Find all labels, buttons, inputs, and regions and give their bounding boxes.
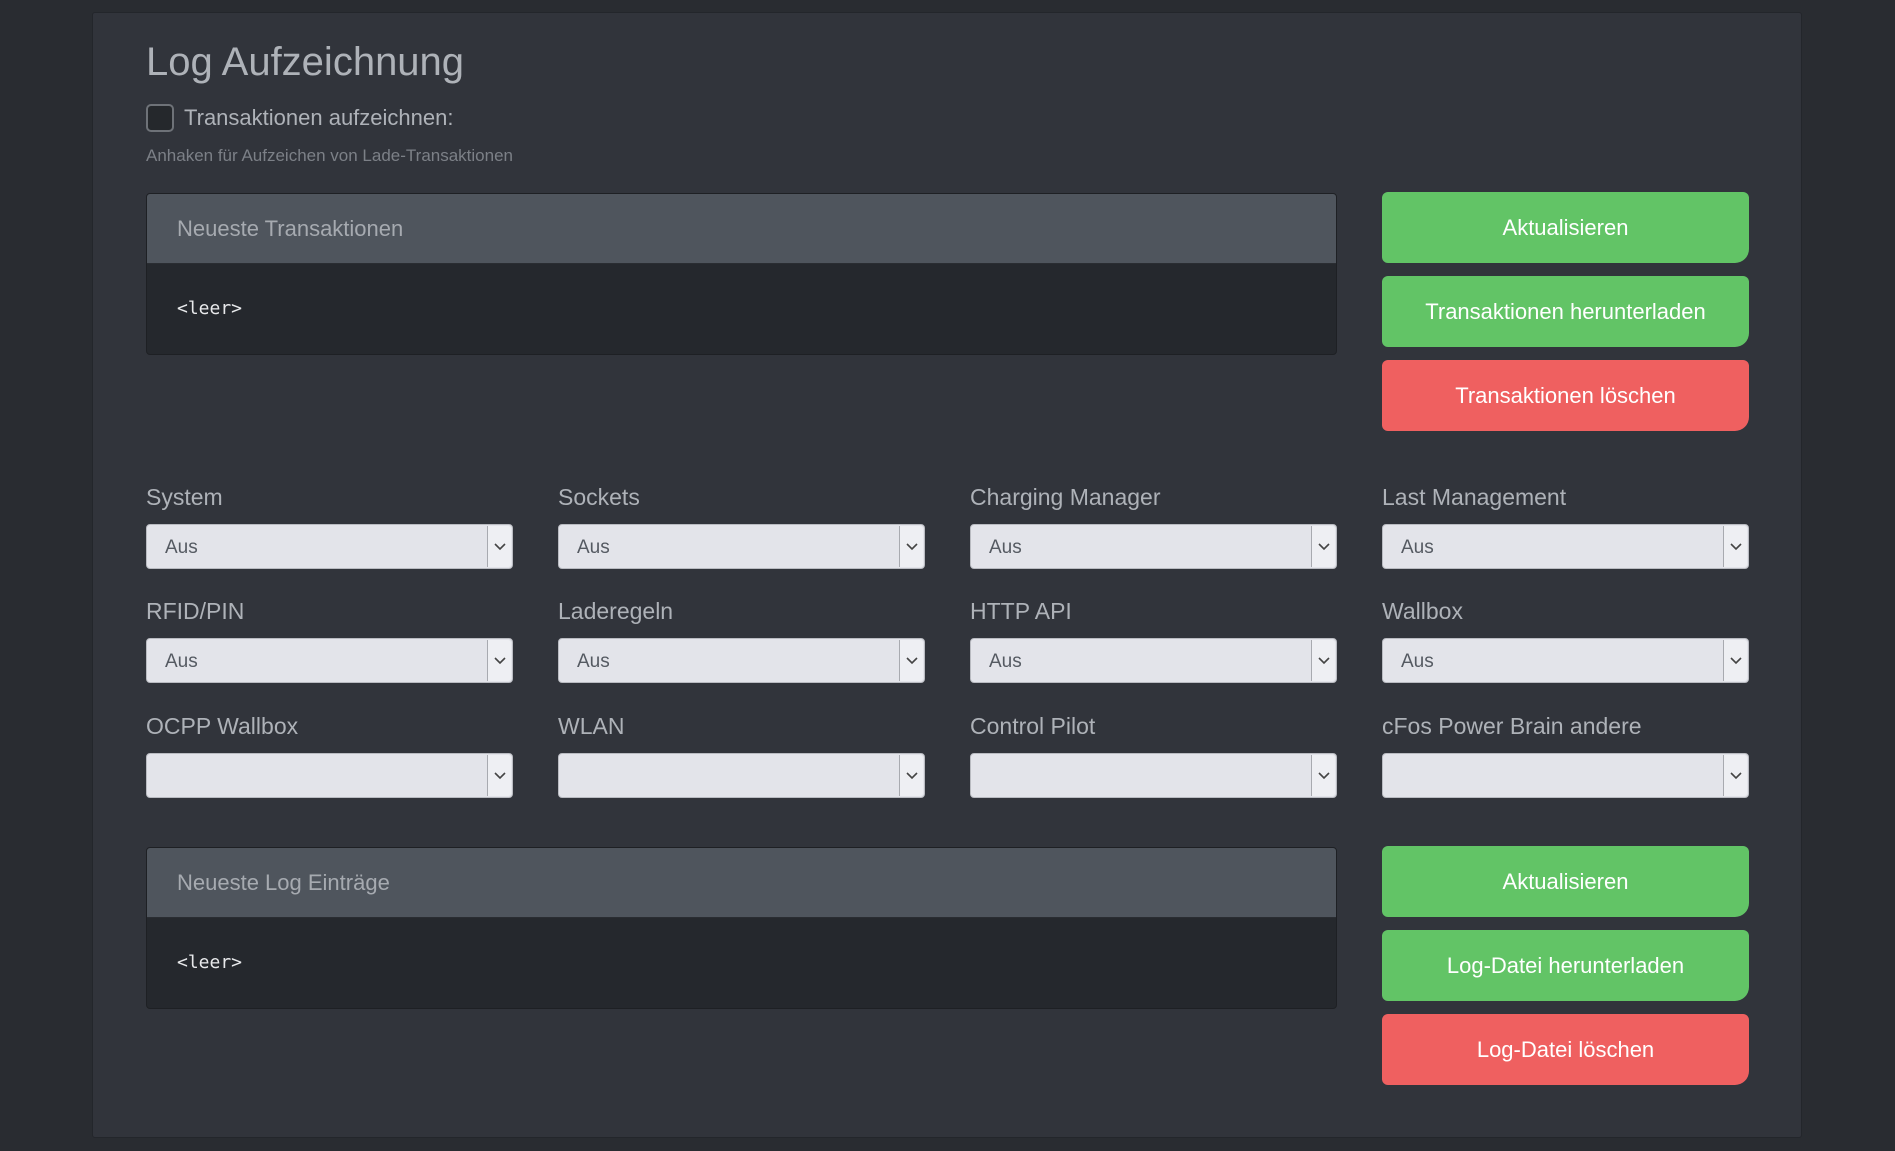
log-level-select-wlan[interactable]: [558, 753, 925, 798]
log-level-field: HTTP API Aus: [970, 596, 1337, 683]
log-refresh-button[interactable]: Aktualisieren: [1382, 846, 1749, 917]
log-level-label: RFID/PIN: [146, 598, 245, 624]
transactions-refresh-button[interactable]: Aktualisieren: [1382, 192, 1749, 263]
log-level-field: System Aus: [146, 482, 513, 569]
chevron-down-icon: [899, 526, 923, 567]
log-level-field: Sockets Aus: [558, 482, 925, 569]
chevron-down-icon: [487, 755, 511, 796]
log-level-label: WLAN: [558, 713, 625, 739]
log-level-field: RFID/PIN Aus: [146, 596, 513, 683]
log-level-label: System: [146, 484, 223, 510]
log-level-field: Control Pilot: [970, 711, 1337, 798]
chevron-down-icon: [487, 640, 511, 681]
transactions-panel-header: Neueste Transaktionen: [147, 194, 1336, 264]
log-level-select-last-management[interactable]: Aus: [1382, 524, 1749, 569]
select-value: Aus: [1401, 651, 1434, 672]
log-level-label: Sockets: [558, 484, 640, 510]
select-value: Aus: [1401, 537, 1434, 558]
chevron-down-icon: [1311, 640, 1335, 681]
chevron-down-icon: [1311, 526, 1335, 567]
chevron-down-icon: [1723, 755, 1747, 796]
chevron-down-icon: [1723, 526, 1747, 567]
record-transactions-hint: Anhaken für Aufzeichen von Lade-Transakt…: [146, 146, 514, 165]
transactions-delete-button[interactable]: Transaktionen löschen: [1382, 360, 1749, 431]
log-level-field: cFos Power Brain andere: [1382, 711, 1749, 798]
log-level-label: Laderegeln: [558, 598, 674, 624]
chevron-down-icon: [1723, 640, 1747, 681]
select-value: Aus: [989, 651, 1022, 672]
log-level-label: Last Management: [1382, 484, 1567, 510]
transactions-download-button[interactable]: Transaktionen herunterladen: [1382, 276, 1749, 347]
log-level-label: Charging Manager: [970, 484, 1161, 510]
log-level-select-ocpp-wallbox[interactable]: [146, 753, 513, 798]
log-level-field: WLAN: [558, 711, 925, 798]
log-level-field: Last Management Aus: [1382, 482, 1749, 569]
record-transactions-checkbox[interactable]: [146, 104, 174, 132]
log-level-field: Laderegeln Aus: [558, 596, 925, 683]
select-value: Aus: [165, 651, 198, 672]
chevron-down-icon: [899, 755, 923, 796]
page-title: Log Aufzeichnung: [146, 40, 465, 84]
log-delete-button[interactable]: Log-Datei löschen: [1382, 1014, 1749, 1085]
log-level-field: OCPP Wallbox: [146, 711, 513, 798]
log-level-label: OCPP Wallbox: [146, 713, 299, 739]
log-panel-content: <leer>: [177, 952, 243, 973]
log-level-field: Wallbox Aus: [1382, 596, 1749, 683]
log-level-select-laderegeln[interactable]: Aus: [558, 638, 925, 683]
log-level-select-rfid-pin[interactable]: Aus: [146, 638, 513, 683]
log-level-field: Charging Manager Aus: [970, 482, 1337, 569]
log-level-label: Wallbox: [1382, 598, 1463, 624]
chevron-down-icon: [487, 526, 511, 567]
select-value: Aus: [577, 537, 610, 558]
log-level-label: HTTP API: [970, 598, 1072, 624]
log-level-select-http-api[interactable]: Aus: [970, 638, 1337, 683]
transactions-panel-content: <leer>: [177, 298, 243, 319]
log-level-select-charging-manager[interactable]: Aus: [970, 524, 1337, 569]
log-level-select-system[interactable]: Aus: [146, 524, 513, 569]
record-transactions-label: Transaktionen aufzeichnen:: [184, 105, 454, 130]
log-level-select-control-pilot[interactable]: [970, 753, 1337, 798]
log-level-select-wallbox[interactable]: Aus: [1382, 638, 1749, 683]
log-level-label: cFos Power Brain andere: [1382, 713, 1642, 739]
select-value: Aus: [165, 537, 198, 558]
log-panel: Neueste Log Einträge <leer>: [146, 847, 1337, 1009]
select-value: Aus: [577, 651, 610, 672]
log-panel-header: Neueste Log Einträge: [147, 848, 1336, 918]
chevron-down-icon: [1311, 755, 1335, 796]
select-value: Aus: [989, 537, 1022, 558]
chevron-down-icon: [899, 640, 923, 681]
record-transactions-row: Transaktionen aufzeichnen:: [146, 104, 453, 132]
log-level-label: Control Pilot: [970, 713, 1096, 739]
transactions-panel: Neueste Transaktionen <leer>: [146, 193, 1337, 355]
log-download-button[interactable]: Log-Datei herunterladen: [1382, 930, 1749, 1001]
log-level-select-cfos-power-brain-andere[interactable]: [1382, 753, 1749, 798]
log-level-select-sockets[interactable]: Aus: [558, 524, 925, 569]
